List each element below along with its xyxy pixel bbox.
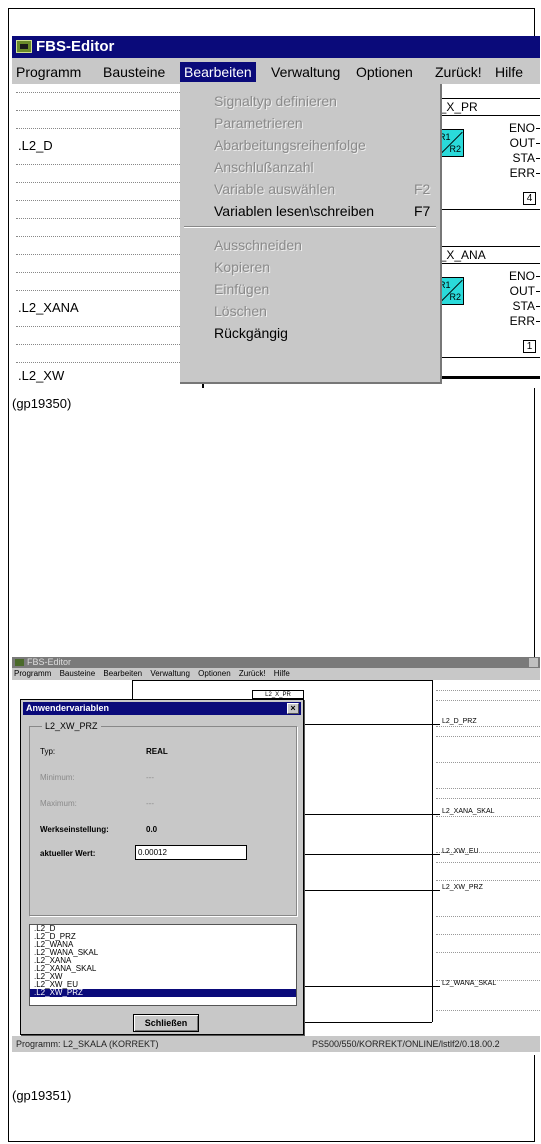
function-block[interactable]: 2_X_ANA R1 R2 ENO OUT STA ERR 1 (430, 246, 540, 358)
variable-details-group: L2_XW_PRZ Typ: REAL Minimum: --- Maximum… (29, 721, 297, 916)
variable-column: .L2_D .L2_XANA .L2_XW (12, 84, 204, 388)
group-title: L2_XW_PRZ (42, 721, 101, 731)
menu-bar: Programm Bausteine Bearbeiten Verwaltung… (12, 668, 540, 680)
app-icon (15, 659, 24, 666)
menu-bearbeiten[interactable]: Bearbeiten (103, 669, 142, 678)
menu-zurueck[interactable]: Zurück! (435, 62, 482, 82)
edit-menu-dropdown: Signaltyp definieren Parametrieren Abarb… (180, 84, 442, 384)
shortcut: F2 (414, 181, 431, 197)
menu-separator (184, 226, 436, 228)
menu-hilfe[interactable]: Hilfe (274, 669, 290, 678)
caption: (gp19350) (12, 396, 72, 411)
aktueller-wert-label: aktueller Wert: (40, 849, 96, 858)
status-right: PS500/550/KORREKT/ONLINE/lstlf2/0.18.00.… (312, 1039, 500, 1049)
caption: (gp19351) (12, 1088, 72, 1103)
menu-bar: Programm Bausteine Bearbeiten Verwaltung… (12, 58, 540, 84)
variable-label[interactable]: .L2_XW (18, 368, 64, 383)
variable-list[interactable]: .L2_D .L2_D_PRZ .L2_WANA .L2_WANA_SKAL .… (29, 924, 297, 1006)
menu-bausteine[interactable]: Bausteine (60, 669, 96, 678)
werkseinstellung-label: Werkseinstellung: (40, 825, 109, 834)
window-title: FBS-Editor (27, 657, 72, 667)
menu-item-anschlussanzahl[interactable]: Anschlußanzahl (214, 156, 314, 178)
block-header: 2_X_PR (431, 99, 540, 116)
menu-verwaltung[interactable]: Verwaltung (150, 669, 190, 678)
menu-item-rueckgaengig[interactable]: Rückgängig (214, 322, 288, 344)
menu-programm[interactable]: Programm (16, 62, 81, 82)
menu-optionen[interactable]: Optionen (198, 669, 230, 678)
shortcut: F7 (414, 203, 431, 219)
signal-label[interactable]: L2_D_PRZ (442, 718, 477, 725)
signal-label[interactable]: L2_XW_EU (442, 848, 479, 855)
menu-programm[interactable]: Programm (14, 669, 51, 678)
block-number: 4 (523, 192, 536, 205)
menu-item-signaltyp[interactable]: Signaltyp definieren (214, 90, 337, 112)
block-header: 2_X_ANA (431, 247, 540, 264)
close-button[interactable]: Schließen (133, 1014, 199, 1032)
menu-bausteine[interactable]: Bausteine (103, 62, 165, 82)
maximum-label: Maximum: (40, 799, 77, 808)
menu-item-ausschneiden[interactable]: Ausschneiden (214, 234, 302, 256)
block-pins: ENO OUT STA ERR (508, 269, 540, 328)
dialog-title: Anwendervariablen × (23, 702, 301, 715)
status-left: Programm: L2_SKALA (KORREKT) (16, 1039, 159, 1049)
menu-item-variablen-lesen-schreiben[interactable]: Variablen lesen\schreiben F7 (214, 200, 430, 222)
status-bar: Programm: L2_SKALA (KORREKT) PS500/550/K… (12, 1036, 540, 1052)
menu-zurueck[interactable]: Zurück! (239, 669, 266, 678)
typ-label: Typ: (40, 747, 56, 756)
block-number: 1 (523, 340, 536, 353)
current-value-field[interactable]: 0.00012 (135, 845, 247, 860)
typ-value: REAL (146, 747, 168, 756)
menu-hilfe[interactable]: Hilfe (495, 62, 523, 82)
title-bar: FBS-Editor (12, 657, 540, 668)
variable-label[interactable]: .L2_D (18, 138, 53, 153)
menu-item-kopieren[interactable]: Kopieren (214, 256, 270, 278)
block-header: L2_X_PR (253, 691, 303, 699)
title-bar: FBS-Editor (12, 36, 540, 58)
menu-bearbeiten[interactable]: Bearbeiten (180, 62, 256, 82)
menu-item-loeschen[interactable]: Löschen (214, 300, 267, 322)
maximum-value: --- (146, 799, 154, 808)
signal-label[interactable]: L2_XANA_SKAL (442, 808, 495, 815)
close-icon[interactable]: × (287, 703, 299, 714)
signal-label[interactable]: L2_XW_PRZ (442, 884, 483, 891)
block-pins: ENO OUT STA ERR (508, 121, 540, 180)
list-item[interactable]: .L2_XANA_SKAL (30, 965, 296, 973)
user-variables-dialog: Anwendervariablen × L2_XW_PRZ Typ: REAL … (20, 699, 304, 1035)
app-icon (16, 40, 32, 53)
close-icon[interactable] (529, 658, 538, 667)
menu-verwaltung[interactable]: Verwaltung (271, 62, 340, 82)
signal-label[interactable]: L2_WANA_SKAL (442, 980, 496, 987)
werkseinstellung-value: 0.0 (146, 825, 158, 834)
menu-item-abarbeitungsreihenfolge[interactable]: Abarbeitungsreihenfolge (214, 134, 366, 156)
function-block[interactable]: 2_X_PR R1 R2 ENO OUT STA ERR 4 (430, 98, 540, 210)
screenshot-2: FBS-Editor Programm Bausteine Bearbeiten… (12, 657, 540, 1055)
menu-optionen[interactable]: Optionen (356, 62, 413, 82)
menu-item-einfuegen[interactable]: Einfügen (214, 278, 269, 300)
menu-item-variable-auswaehlen[interactable]: Variable auswählen F2 (214, 178, 430, 200)
minimum-label: Minimum: (40, 773, 75, 782)
variable-label[interactable]: .L2_XANA (18, 300, 79, 315)
screenshot-1: FBS-Editor Programm Bausteine Bearbeiten… (12, 36, 540, 388)
menu-item-parametrieren[interactable]: Parametrieren (214, 112, 303, 134)
list-item-selected[interactable]: .L2_XW_PRZ (30, 989, 296, 997)
minimum-value: --- (146, 773, 154, 782)
window-title: FBS-Editor (36, 38, 115, 55)
